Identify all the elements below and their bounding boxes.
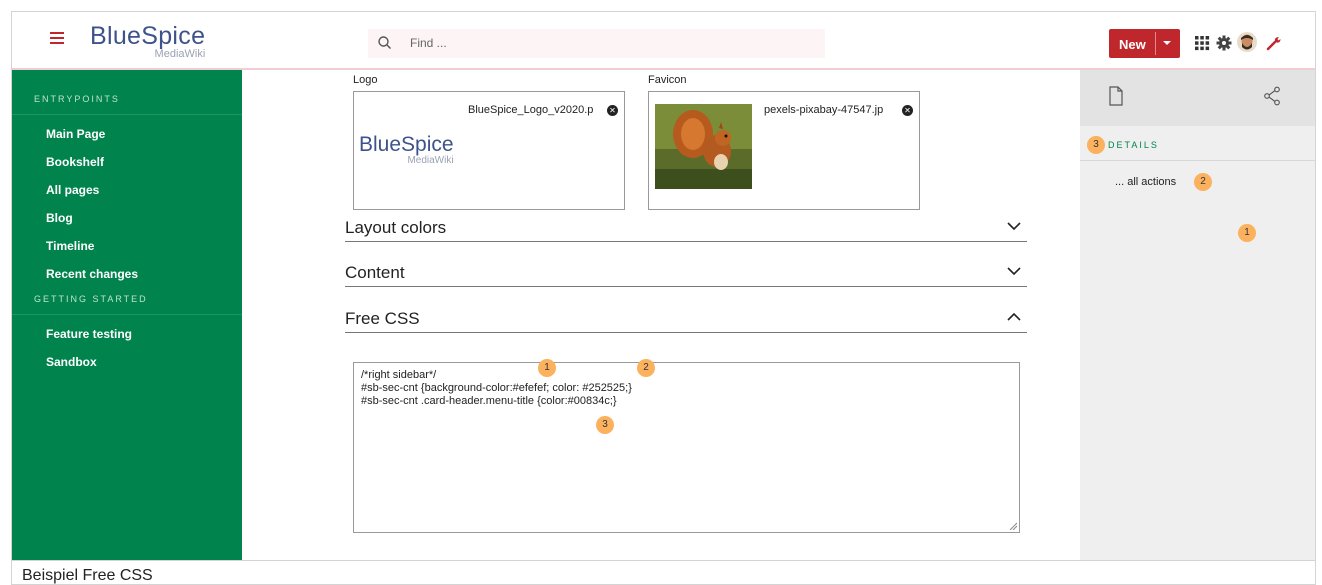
logo-file-name: BlueSpice_Logo_v2020.p [468, 104, 594, 116]
squirrel-image [655, 104, 752, 189]
sidebar-item-sandbox[interactable]: Sandbox [12, 348, 242, 376]
sidebar-entrypoints-list: Main Page Bookshelf All pages Blog Timel… [12, 115, 242, 288]
user-avatar[interactable] [1236, 31, 1258, 53]
all-actions-link[interactable]: ... all actions [1115, 176, 1176, 188]
resize-handle-icon[interactable] [1009, 522, 1017, 530]
section-free-css-title: Free CSS [345, 309, 420, 328]
new-button[interactable]: New [1109, 29, 1180, 58]
apps-grid-icon[interactable] [1193, 34, 1211, 52]
annotation-badge-2: 2 [637, 359, 655, 377]
sidebar-item-main-page[interactable]: Main Page [12, 120, 242, 148]
logo-preview: BlueSpice MediaWiki [359, 134, 454, 166]
logo-sub-text: MediaWiki [154, 48, 206, 60]
main-content: Logo BlueSpice_Logo_v2020.p ✕ BlueSpice … [242, 70, 1080, 560]
gear-icon[interactable] [1215, 34, 1233, 52]
sidebar-item-feature-testing[interactable]: Feature testing [12, 320, 242, 348]
section-content-title: Content [345, 263, 405, 282]
screenshot-frame: BlueSpice MediaWiki Find ... New ENTRYPO… [11, 11, 1316, 585]
wrench-icon[interactable] [1265, 34, 1283, 52]
search-icon [378, 36, 391, 49]
favicon-file-name: pexels-pixabay-47547.jp [764, 104, 884, 116]
sidebar-item-recent-changes[interactable]: Recent changes [12, 260, 242, 288]
annotation-badge-3: 3 [1087, 136, 1105, 154]
logo-preview-main: BlueSpice [359, 133, 454, 156]
css-line: #sb-sec-cnt {background-color:#efefef; c… [361, 382, 632, 394]
chevron-down-icon[interactable] [1007, 266, 1021, 276]
annotation-badge-3: 3 [596, 416, 614, 434]
sidebar-section-getting-started: GETTING STARTED [12, 288, 242, 315]
sidebar-item-all-pages[interactable]: All pages [12, 176, 242, 204]
bluespice-logo[interactable]: BlueSpice MediaWiki [90, 22, 206, 60]
css-line: #sb-sec-cnt .card-header.menu-title {col… [361, 395, 617, 407]
logo-label: Logo [353, 74, 378, 86]
hamburger-menu-icon[interactable] [50, 32, 64, 46]
right-sidebar: 3 DETAILS ... all actions 2 1 [1080, 70, 1315, 560]
page-icon[interactable] [1108, 86, 1124, 106]
share-icon[interactable] [1263, 86, 1281, 106]
favicon-upload-box[interactable]: pexels-pixabay-47547.jp ✕ [648, 91, 920, 210]
sidebar-item-timeline[interactable]: Timeline [12, 232, 242, 260]
search-placeholder: Find ... [410, 36, 447, 50]
logo-main-text: BlueSpice [90, 22, 206, 50]
search-input[interactable]: Find ... [368, 29, 825, 58]
logo-upload-box[interactable]: BlueSpice_Logo_v2020.p ✕ BlueSpice Media… [353, 91, 625, 210]
section-layout-colors[interactable]: Layout colors [345, 214, 1027, 242]
details-heading: DETAILS [1108, 140, 1159, 150]
sidebar-getting-started-list: Feature testing Sandbox [12, 315, 242, 376]
free-css-textarea[interactable]: /*right sidebar*/ #sb-sec-cnt {backgroun… [353, 362, 1020, 533]
annotation-badge-2: 2 [1194, 173, 1212, 191]
section-layout-colors-title: Layout colors [345, 218, 447, 237]
remove-favicon-icon[interactable]: ✕ [902, 105, 913, 116]
new-button-label: New [1119, 37, 1146, 52]
new-button-separator [1155, 32, 1156, 55]
annotation-badge-1: 1 [1238, 224, 1256, 242]
logo-preview-sub: MediaWiki [407, 155, 454, 166]
css-line: /*right sidebar*/ [361, 369, 437, 381]
sidebar-section-entrypoints: ENTRYPOINTS [12, 70, 242, 115]
sidebar-item-bookshelf[interactable]: Bookshelf [12, 148, 242, 176]
top-bar: BlueSpice MediaWiki Find ... New [12, 12, 1315, 70]
chevron-up-icon[interactable] [1007, 312, 1021, 322]
right-sidebar-tabs [1080, 70, 1315, 126]
favicon-label: Favicon [648, 74, 687, 86]
left-sidebar: ENTRYPOINTS Main Page Bookshelf All page… [12, 70, 242, 560]
remove-logo-icon[interactable]: ✕ [607, 105, 618, 116]
annotation-badge-1: 1 [538, 359, 556, 377]
sidebar-item-blog[interactable]: Blog [12, 204, 242, 232]
caret-down-icon[interactable] [1163, 41, 1171, 45]
section-free-css[interactable]: Free CSS [345, 305, 1027, 333]
details-divider [1080, 160, 1315, 161]
section-content[interactable]: Content [345, 259, 1027, 287]
caption-text: Beispiel Free CSS [22, 567, 153, 584]
chevron-down-icon[interactable] [1007, 221, 1021, 231]
image-caption: Beispiel Free CSS [12, 560, 1315, 584]
